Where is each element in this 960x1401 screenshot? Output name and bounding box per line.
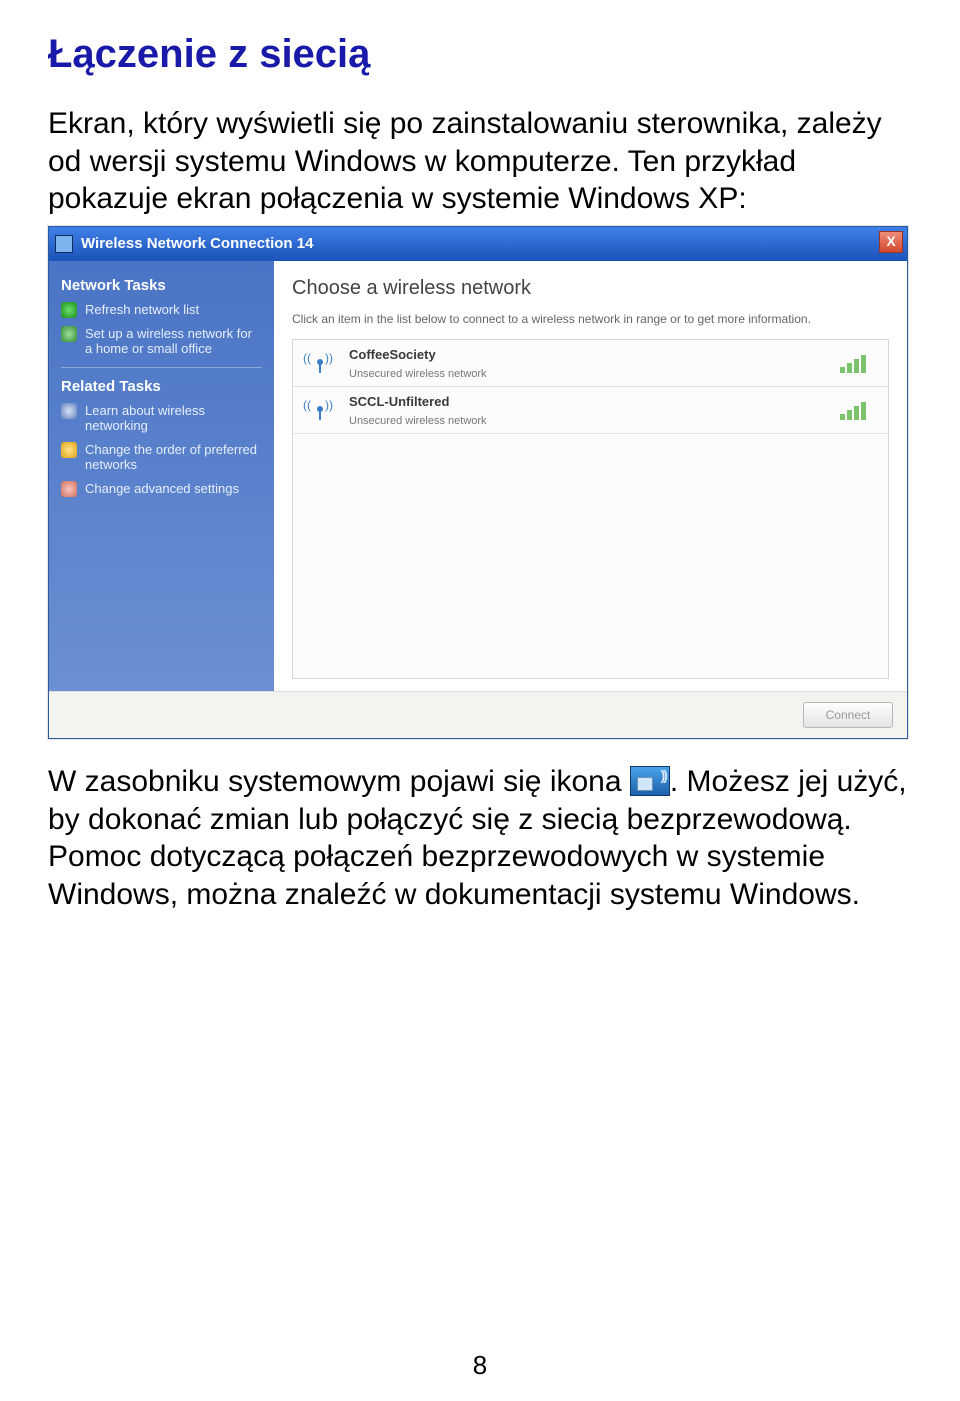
para2-before: W zasobniku systemowym pojawi się ikona (48, 765, 630, 798)
close-button[interactable]: X (879, 231, 903, 253)
sidebar-task-label: Refresh network list (85, 302, 199, 318)
sidebar-task-refresh[interactable]: Refresh network list (61, 302, 262, 318)
network-name: CoffeeSociety (349, 347, 828, 362)
xp-sidebar: Network Tasks Refresh network list Set u… (49, 261, 274, 692)
xp-titlebar: Wireless Network Connection 14 X (49, 227, 907, 261)
sidebar-task-label: Change the order of preferred networks (85, 442, 262, 473)
network-name: SCCL-Unfiltered (349, 394, 828, 409)
sidebar-task-label: Change advanced settings (85, 481, 239, 497)
setup-icon (61, 326, 77, 342)
page-number: 8 (0, 1350, 960, 1381)
window-icon (55, 235, 73, 253)
main-heading: Choose a wireless network (292, 277, 889, 300)
wireless-icon: (( )) (303, 393, 337, 427)
network-status: Unsecured wireless network (349, 415, 828, 427)
xp-dialog: Wireless Network Connection 14 X Network… (48, 226, 908, 740)
connect-button[interactable]: Connect (803, 702, 893, 728)
sidebar-task-advanced[interactable]: Change advanced settings (61, 481, 262, 497)
xp-body: Network Tasks Refresh network list Set u… (49, 261, 907, 692)
network-status: Unsecured wireless network (349, 368, 828, 380)
sidebar-task-setup[interactable]: Set up a wireless network for a home or … (61, 326, 262, 357)
sidebar-section-related-tasks: Related Tasks (61, 378, 262, 395)
network-info: CoffeeSociety Unsecured wireless network (349, 347, 828, 380)
signal-icon (840, 400, 878, 420)
tray-paragraph: W zasobniku systemowym pojawi się ikona … (48, 763, 912, 913)
xp-main: Choose a wireless network Click an item … (274, 261, 907, 692)
advanced-icon (61, 481, 77, 497)
svg-text:((: (( (303, 398, 311, 412)
page-heading: Łączenie z siecią (48, 32, 912, 77)
sidebar-task-label: Set up a wireless network for a home or … (85, 326, 262, 357)
sidebar-section-network-tasks: Network Tasks (61, 277, 262, 294)
main-subtext: Click an item in the list below to conne… (292, 312, 889, 328)
sidebar-task-learn[interactable]: Learn about wireless networking (61, 403, 262, 434)
order-icon (61, 442, 77, 458)
sidebar-task-label: Learn about wireless networking (85, 403, 262, 434)
network-item[interactable]: (( )) CoffeeSociety Unsecured wireless n… (293, 340, 888, 387)
svg-text:)): )) (325, 398, 333, 412)
svg-text:((: (( (303, 351, 311, 365)
signal-icon (840, 353, 878, 373)
sidebar-divider (61, 367, 262, 368)
sidebar-task-order[interactable]: Change the order of preferred networks (61, 442, 262, 473)
wireless-icon: (( )) (303, 346, 337, 380)
refresh-icon (61, 302, 77, 318)
svg-text:)): )) (325, 351, 333, 365)
network-item[interactable]: (( )) SCCL-Unfiltered Unsecured wireless… (293, 387, 888, 434)
tray-wireless-icon (630, 766, 670, 796)
network-list: (( )) CoffeeSociety Unsecured wireless n… (292, 339, 889, 679)
xp-footer: Connect (49, 691, 907, 738)
intro-paragraph: Ekran, który wyświetli się po zainstalow… (48, 105, 912, 218)
network-info: SCCL-Unfiltered Unsecured wireless netwo… (349, 394, 828, 427)
window-title: Wireless Network Connection 14 (81, 235, 313, 252)
learn-icon (61, 403, 77, 419)
